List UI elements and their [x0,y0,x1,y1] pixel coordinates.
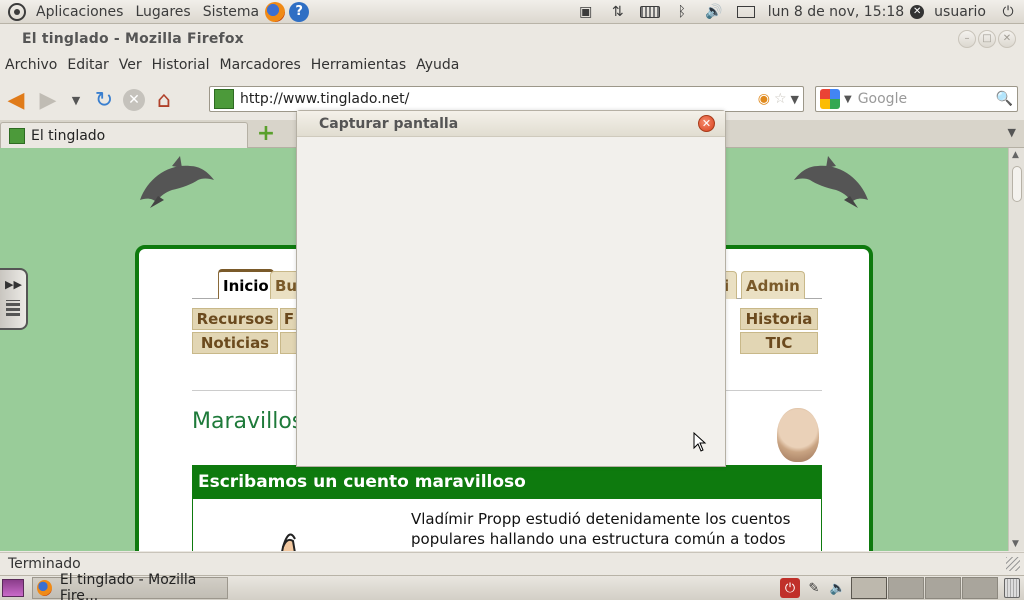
button-historia[interactable]: Historia [740,308,818,330]
scrollbar-thumb[interactable] [1012,166,1022,202]
workspace-1[interactable] [851,577,887,599]
speaker-icon[interactable]: 🔈 [828,578,848,598]
window-titlebar[interactable]: El tinglado - Mozilla Firefox – □ ✕ [0,25,1024,52]
window-title: El tinglado - Mozilla Firefox [22,30,244,47]
status-text: Terminado [8,556,81,572]
taskbar-label: El tinglado - Mozilla Fire... [59,572,197,600]
menu-lugares[interactable]: Lugares [129,4,196,20]
clock[interactable]: lun 8 de nov, 15:18 [762,4,910,20]
firefox-launcher-icon[interactable] [265,1,286,22]
site-tab-admin[interactable]: Admin [741,271,805,299]
firefox-task-icon [37,580,52,596]
edit-tool-icon[interactable]: ✎ [804,578,824,598]
ubuntu-logo-icon[interactable] [8,2,26,21]
trash-icon[interactable] [1004,578,1020,598]
tab-list-icon[interactable]: ▼ [1008,126,1016,139]
menu-ver[interactable]: Ver [114,57,147,73]
maximize-button[interactable]: □ [978,29,996,48]
home-button[interactable]: ⌂ [151,87,177,113]
user-menu[interactable]: usuario [928,4,992,20]
menu-ayuda[interactable]: Ayuda [411,57,464,73]
search-input[interactable]: Google [858,91,907,107]
mouse-cursor-icon [693,432,707,452]
search-engine-icon[interactable] [820,89,840,109]
author-portrait [777,408,819,462]
article-box: Vladímir Propp estudió detenidamente los… [192,499,822,551]
mail-icon[interactable] [736,4,756,20]
screenshot-tray-icon[interactable]: ▣ [576,4,596,20]
volume-icon[interactable]: 🔊 [704,4,724,20]
help-icon[interactable]: ? [289,1,310,22]
workspace-3[interactable] [925,577,961,599]
vertical-scrollbar[interactable]: ▲ ▼ [1008,148,1024,551]
top-panel: Aplicaciones Lugares Sistema ? ▣ ⇅ ᛒ 🔊 l… [0,0,1024,24]
stop-button[interactable]: ✕ [123,89,145,111]
back-button[interactable]: ◀ [3,87,29,113]
workspace-4[interactable] [962,577,998,599]
menu-aplicaciones[interactable]: Aplicaciones [30,4,129,20]
button-tic[interactable]: TIC [740,332,818,354]
dolphin-right-icon [794,156,868,208]
new-tab-button[interactable]: + [256,123,276,145]
close-window-button[interactable]: ✕ [998,29,1016,48]
reload-button[interactable]: ↻ [91,87,117,113]
network-icon[interactable]: ⇅ [608,4,628,20]
page-heading: Maravillos [192,409,304,434]
dolphin-left-icon [140,156,214,208]
bookmark-star-icon[interactable]: ☆ [774,91,787,107]
scroll-up-icon[interactable]: ▲ [1012,150,1019,160]
bottom-panel: El tinglado - Mozilla Fire... ⏻ ✎ 🔈 [0,572,1024,600]
browser-tab-label: El tinglado [31,127,106,144]
menu-marcadores[interactable]: Marcadores [215,57,306,73]
minimize-button[interactable]: – [958,29,976,48]
section-title: Escribamos un cuento maravilloso [192,465,822,499]
browser-tab[interactable]: El tinglado [0,122,248,148]
menu-editar[interactable]: Editar [62,57,113,73]
article-text: Vladímir Propp estudió detenidamente los… [411,510,791,548]
history-dropdown-icon[interactable]: ▼ [67,87,85,113]
rss-feed-icon[interactable]: ◉ [758,91,770,107]
battery-icon[interactable] [639,4,660,20]
menubar: Archivo Editar Ver Historial Marcadores … [0,52,1024,78]
search-bar[interactable]: ▼ Google 🔍 [815,86,1018,112]
workspace-2[interactable] [888,577,924,599]
url-text[interactable]: http://www.tinglado.net/ [240,91,409,107]
scroll-down-icon[interactable]: ▼ [1012,539,1019,549]
forward-button[interactable]: ▶ [35,87,61,113]
dialog-title[interactable]: Capturar pantalla [297,111,725,137]
illustration-icon [281,533,296,551]
url-dropdown-icon[interactable]: ▼ [791,93,799,106]
button-recursos[interactable]: Recursos [192,308,278,330]
button-noticias[interactable]: Noticias [192,332,278,354]
bluetooth-icon[interactable]: ᛒ [672,4,692,20]
shutdown-icon[interactable]: ⏻ [780,578,800,598]
onboard-keyboard-handle[interactable]: ▶▶ [0,268,28,330]
expand-arrows-icon: ▶▶ [5,278,22,291]
tab-favicon-icon [9,127,25,144]
power-icon[interactable]: ⏻ [998,4,1018,20]
menu-historial[interactable]: Historial [147,57,215,73]
capture-dialog[interactable]: Capturar pantalla ✕ [296,110,726,467]
user-status-icon: ✕ [910,4,925,19]
site-identity-icon[interactable] [214,89,234,109]
menu-herramientas[interactable]: Herramientas [306,57,411,73]
menu-sistema[interactable]: Sistema [197,4,265,20]
search-engine-dropdown-icon[interactable]: ▼ [844,94,852,105]
taskbar-firefox-button[interactable]: El tinglado - Mozilla Fire... [32,572,228,600]
url-bar[interactable]: http://www.tinglado.net/ ◉ ☆ ▼ [209,86,804,112]
show-desktop-icon[interactable] [2,579,24,597]
resize-grip-icon[interactable] [1006,557,1020,571]
site-tab-inicio[interactable]: Inicio [218,269,274,299]
search-icon[interactable]: 🔍 [996,91,1013,107]
keyboard-icon [6,300,20,316]
menu-archivo[interactable]: Archivo [0,57,62,73]
dialog-close-button[interactable]: ✕ [698,115,715,132]
